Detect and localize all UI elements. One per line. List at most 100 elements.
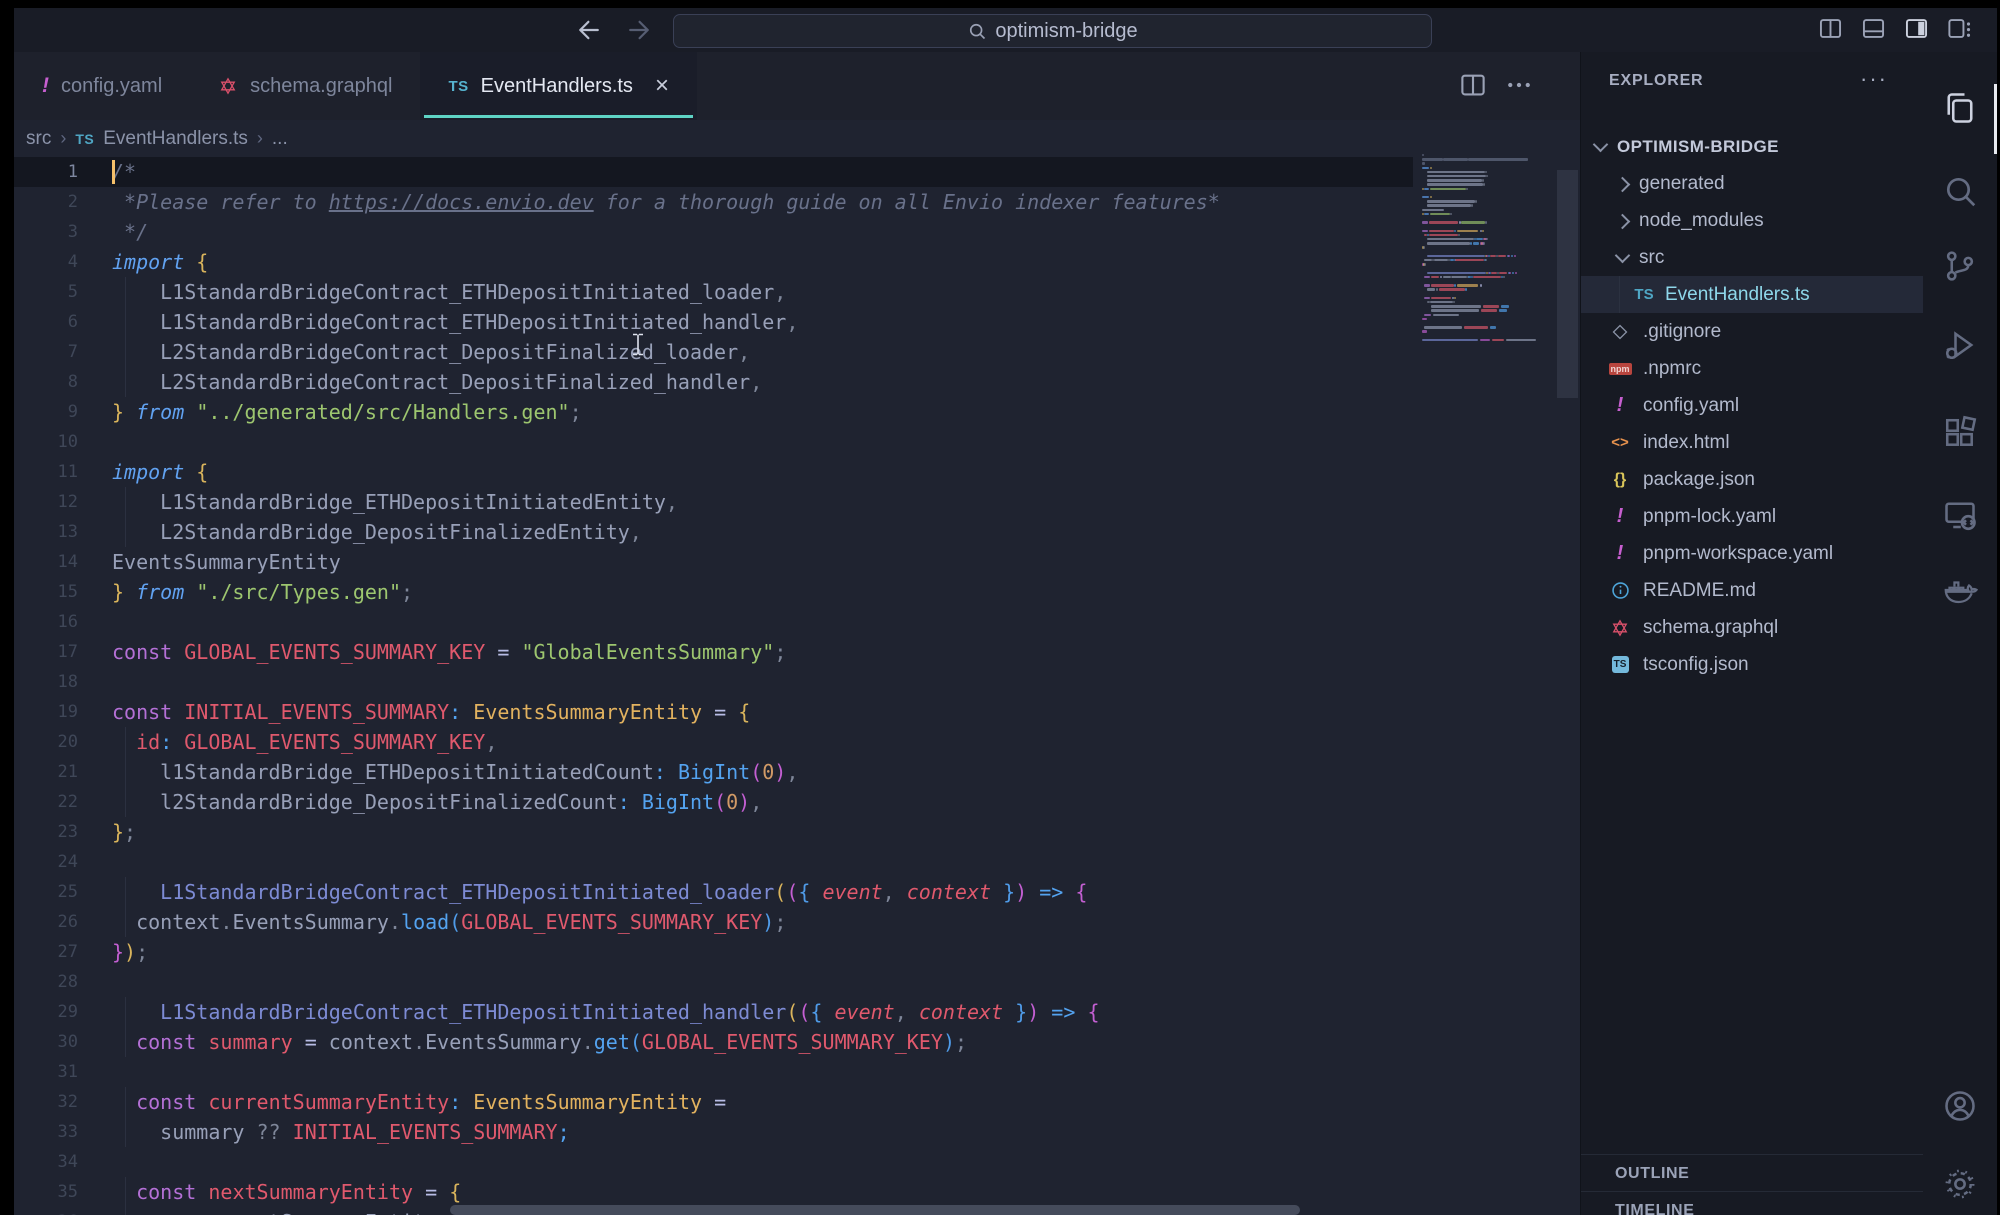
line-number: 15 [14,577,78,607]
explorer-more-icon[interactable]: ··· [1860,66,1888,92]
command-center-search[interactable]: optimism-bridge [673,14,1432,48]
tree-file-README.md[interactable]: README.md [1581,572,1924,609]
code-area[interactable]: 1/*2 *Please refer to https://docs.envio… [14,157,1580,1215]
minimap[interactable] [1422,154,1557,414]
line-content: L1StandardBridgeContract_ETHDepositIniti… [112,277,786,307]
code-line[interactable]: 29 L1StandardBridgeContract_ETHDepositIn… [14,997,1580,1027]
code-line[interactable]: 17const GLOBAL_EVENTS_SUMMARY_KEY = "Glo… [14,637,1580,667]
code-line[interactable]: 5 L1StandardBridgeContract_ETHDepositIni… [14,277,1580,307]
code-line[interactable]: 32 const currentSummaryEntity: EventsSum… [14,1087,1580,1117]
minimap-line [1424,297,1430,299]
code-line[interactable]: 4import { [14,247,1580,277]
line-content: l1StandardBridge_ETHDepositInitiatedCoun… [112,757,798,787]
tree-item-label: config.yaml [1643,395,1739,417]
tree-file-tsconfig.json[interactable]: TStsconfig.json [1581,646,1924,683]
close-icon[interactable]: × [655,74,669,98]
gitignore-icon [1610,322,1630,342]
split-editor-icon[interactable] [1817,15,1844,42]
back-arrow-icon[interactable] [574,15,604,45]
code-line[interactable]: 26 context.EventsSummary.load(GLOBAL_EVE… [14,907,1580,937]
tree-file-.npmrc[interactable]: npm.npmrc [1581,350,1924,387]
line-number: 3 [14,217,78,247]
code-line[interactable]: 9} from "../generated/src/Handlers.gen"; [14,397,1580,427]
breadcrumb[interactable]: src › TS EventHandlers.ts › ... [14,120,1580,157]
npm-icon: npm [1609,363,1632,375]
code-line[interactable]: 35 const nextSummaryEntity = { [14,1177,1580,1207]
minimap-line [1434,259,1449,261]
code-line[interactable]: 23}; [14,817,1580,847]
vertical-scrollbar[interactable] [1557,170,1578,398]
code-line[interactable]: 2 *Please refer to https://docs.envio.de… [14,187,1580,217]
toggle-right-sidebar-icon[interactable] [1903,15,1930,42]
tree-root-OPTIMISM-BRIDGE[interactable]: OPTIMISM-BRIDGE [1581,128,1924,165]
files-icon[interactable] [1942,90,1978,126]
minimap-line [1454,230,1456,232]
tree-file-pnpm-lock.yaml[interactable]: !pnpm-lock.yaml [1581,498,1924,535]
toggle-panel-icon[interactable] [1860,15,1887,42]
code-line[interactable]: 20 id: GLOBAL_EVENTS_SUMMARY_KEY, [14,727,1580,757]
tree-item-label: node_modules [1639,210,1764,232]
code-line[interactable]: 25 L1StandardBridgeContract_ETHDepositIn… [14,877,1580,907]
code-line[interactable]: 10 [14,427,1580,457]
outline-section[interactable]: OUTLINE [1581,1154,1924,1192]
code-line[interactable]: 14EventsSummaryEntity [14,547,1580,577]
customize-layout-icon[interactable] [1946,15,1973,42]
minimap-line [1427,242,1471,244]
tree-file-pnpm-workspace.yaml[interactable]: !pnpm-workspace.yaml [1581,535,1924,572]
code-line[interactable]: 27}); [14,937,1580,967]
minimap-line [1485,259,1487,261]
code-line[interactable]: 19const INITIAL_EVENTS_SUMMARY: EventsSu… [14,697,1580,727]
forward-arrow-icon[interactable] [624,15,654,45]
code-line[interactable]: 33 summary ?? INITIAL_EVENTS_SUMMARY; [14,1117,1580,1147]
tab-EventHandlers.ts[interactable]: TSEventHandlers.ts× [420,52,696,120]
docker-icon[interactable] [1942,573,1978,609]
file-icon-holder [1609,617,1631,639]
code-line[interactable]: 1/* [14,157,1580,187]
tab-config.yaml[interactable]: !config.yaml [14,52,190,120]
line-number: 5 [14,277,78,307]
code-line[interactable]: 34 [14,1147,1580,1177]
source-control-icon[interactable] [1942,248,1978,284]
extensions-icon[interactable] [1942,415,1978,451]
more-actions-icon[interactable] [1504,70,1534,100]
tree-folder-generated[interactable]: generated [1581,165,1924,202]
code-line[interactable]: 24 [14,847,1580,877]
code-line[interactable]: 31 [14,1057,1580,1087]
code-line[interactable]: 30 const summary = context.EventsSummary… [14,1027,1580,1057]
code-line[interactable]: 18 [14,667,1580,697]
code-line[interactable]: 21 l1StandardBridge_ETHDepositInitiatedC… [14,757,1580,787]
code-line[interactable]: 16 [14,607,1580,637]
timeline-section[interactable]: TIMELINE [1581,1191,1924,1215]
tree-folder-node_modules[interactable]: node_modules [1581,202,1924,239]
tree-file-index.html[interactable]: <>index.html [1581,424,1924,461]
tree-folder-src[interactable]: src [1581,239,1924,276]
code-line[interactable]: 8 L2StandardBridgeContract_DepositFinali… [14,367,1580,397]
code-line[interactable]: 28 [14,967,1580,997]
code-line[interactable]: 6 L1StandardBridgeContract_ETHDepositIni… [14,307,1580,337]
file-icon-holder: TS [1633,284,1655,306]
line-number: 10 [14,427,78,457]
tab-schema.graphql[interactable]: schema.graphql [190,52,420,120]
horizontal-scrollbar[interactable] [450,1205,1300,1215]
code-line[interactable]: 15} from "./src/Types.gen"; [14,577,1580,607]
tree-file-EventHandlers.ts[interactable]: TSEventHandlers.ts [1581,276,1924,313]
code-line[interactable]: 3 */ [14,217,1580,247]
settings-gear-icon[interactable] [1942,1166,1978,1202]
code-line[interactable]: 12 L1StandardBridge_ETHDepositInitiatedE… [14,487,1580,517]
code-line[interactable]: 11import { [14,457,1580,487]
minimap-line [1439,288,1464,290]
tree-file-schema.graphql[interactable]: schema.graphql [1581,609,1924,646]
code-line[interactable]: 22 l2StandardBridge_DepositFinalizedCoun… [14,787,1580,817]
line-content: L2StandardBridgeContract_DepositFinalize… [112,367,762,397]
minimap-line [1455,259,1484,261]
account-icon[interactable] [1942,1088,1978,1124]
code-line[interactable]: 7 L2StandardBridgeContract_DepositFinali… [14,337,1580,367]
tree-file-.gitignore[interactable]: .gitignore [1581,313,1924,350]
search-icon[interactable] [1942,173,1978,209]
split-editor-icon[interactable] [1458,70,1488,100]
run-debug-icon[interactable] [1942,327,1978,363]
remote-explorer-icon[interactable] [1942,497,1978,533]
tree-file-config.yaml[interactable]: !config.yaml [1581,387,1924,424]
tree-file-package.json[interactable]: {}package.json [1581,461,1924,498]
code-line[interactable]: 13 L2StandardBridge_DepositFinalizedEnti… [14,517,1580,547]
